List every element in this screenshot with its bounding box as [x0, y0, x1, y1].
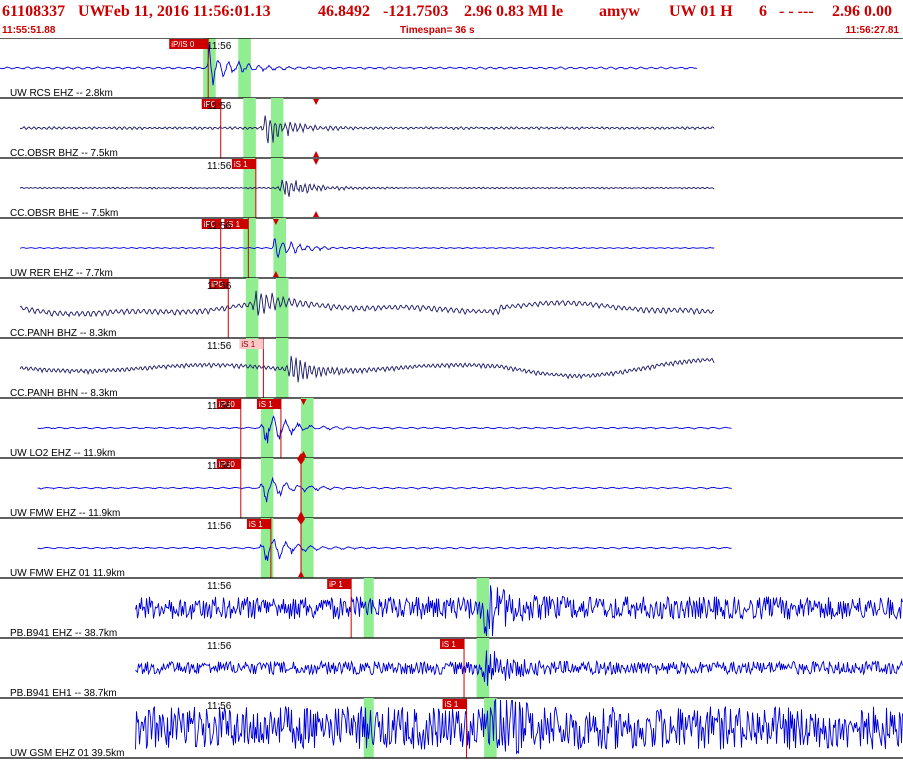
station-label: UW LO2 EHZ -- 11.9km — [10, 448, 115, 459]
pick-label: iS 1 — [249, 520, 263, 529]
start-time: 11:55:51.88 — [2, 25, 56, 36]
trace-panel[interactable]: iP011:56CC.OBSR BHZ -- 7.5km — [0, 98, 903, 159]
event-id: 61108337 — [2, 3, 66, 20]
pick-label: iS 1 — [445, 700, 459, 709]
event-count: 6 — [759, 3, 767, 20]
trace-panel[interactable]: iP0 iS 111:56UW RER EHZ -- 7.7km — [0, 218, 903, 279]
trace-panel[interactable]: iS 111:56 CC.OBSR BHE -- 7.5km — [0, 158, 903, 219]
event-network: UW — [78, 3, 106, 20]
seismogram-plot[interactable]: iP/iS 0 11:56UW RCS EHZ -- 2.8kmiP011:56C… — [0, 38, 903, 760]
pick-label: iP 1 — [329, 580, 343, 589]
station-label: CC.OBSR BHE -- 7.5km — [10, 208, 118, 219]
station-label: CC.OBSR BHZ -- 7.5km — [10, 148, 118, 159]
waveform-trace — [135, 585, 903, 637]
trace-panel[interactable]: iS 1 11:56 UW GSM EHZ 01 39.5km — [0, 698, 903, 759]
station-label: PB.B941 EH1 -- 38.7km — [10, 688, 117, 699]
trace-panel[interactable]: iP 1 11:56 PB.B941 EHZ -- 38.7km — [0, 578, 903, 639]
time-tick-label: 11:56 — [207, 101, 232, 112]
time-tick-label: 11:56 — [207, 461, 232, 472]
time-header: 11:55:51.88 Timespan= 36 s 11:56:27.81 — [0, 24, 903, 38]
phase-window-shade — [273, 218, 286, 278]
phase-window-shade — [275, 278, 289, 338]
station-label: UW RCS EHZ -- 2.8km — [10, 88, 113, 99]
trace-panel[interactable]: iP/iS 0 11:56 UW RCS EHZ -- 2.8km — [0, 38, 903, 99]
time-tick-label: 11:56 — [207, 341, 232, 352]
event-magnitude: 2.96 0.83 Ml le — [464, 3, 564, 20]
trace-panel[interactable]: iS 1 11:56 PB.B941 EH1 -- 38.7km — [0, 638, 903, 699]
pick-label: iP/iS 0 — [171, 40, 195, 49]
trace-panel[interactable]: iPd0 iS 111:56UW LO2 EHZ -- 11.9km — [0, 398, 903, 459]
event-datetime: Feb 11, 2016 11:56:01.13 — [104, 3, 271, 20]
pick-marker-triangle[interactable] — [313, 99, 320, 105]
waveform-trace — [19, 290, 715, 318]
time-tick-label: 11:56 — [207, 701, 232, 712]
station-label: PB.B941 EHZ -- 38.7km — [10, 628, 117, 639]
trace-panel[interactable]: iPd011:56UW FMW EHZ -- 11.9km — [0, 453, 903, 519]
waveform-trace — [0, 44, 698, 86]
time-tick-label: 11:56 — [207, 161, 232, 172]
waveform-trace — [135, 698, 903, 755]
station-label: UW GSM EHZ 01 39.5km — [10, 748, 124, 759]
station-label: UW FMW EHZ 01 11.9km — [10, 568, 125, 579]
event-dashes: - - --- — [779, 3, 814, 20]
station-label: UW RER EHZ -- 7.7km — [10, 268, 113, 279]
time-tick-label: 11:56 — [207, 641, 232, 652]
end-time: 11:56:27.81 — [845, 25, 899, 36]
pick-label: iS 1 — [234, 160, 248, 169]
event-author: amyw — [599, 3, 640, 20]
trace-panel[interactable]: iP011:56CC.PANH BHZ -- 8.3km — [0, 278, 903, 339]
waveform-trace — [19, 355, 715, 383]
station-label: CC.PANH BHZ -- 8.3km — [10, 328, 117, 339]
phase-window-shade — [301, 518, 314, 578]
phase-window-shade — [238, 38, 251, 98]
pick-label: iS 1 — [241, 340, 255, 349]
station-label: UW FMW EHZ -- 11.9km — [10, 508, 120, 519]
waveform-trace — [37, 538, 732, 561]
event-lat: 46.8492 — [318, 3, 370, 20]
waveform-trace — [19, 115, 715, 144]
event-header: 61108337 UW Feb 11, 2016 11:56:01.13 46.… — [0, 0, 903, 24]
phase-window-shade — [260, 458, 274, 518]
pick-marker-triangle[interactable] — [313, 211, 320, 217]
waveform-trace — [37, 415, 732, 444]
time-tick-label: 11:56 — [207, 581, 232, 592]
time-tick-label: 11:56 — [207, 401, 232, 412]
timespan: Timespan= 36 s — [400, 25, 475, 36]
station-label: CC.PANH BHN -- 8.3km — [10, 388, 118, 399]
waveform-trace — [19, 179, 715, 197]
time-tick-label: 11:56 — [207, 521, 232, 532]
time-tick-label: 11:56 — [207, 221, 232, 232]
pick-marker-triangle[interactable] — [313, 159, 320, 165]
phase-window-shade — [275, 338, 289, 398]
trace-panel[interactable]: iS 1 11:56 UW FMW EHZ 01 11.9km — [0, 513, 903, 579]
waveform-trace — [135, 650, 903, 686]
time-tick-label: 11:56 — [207, 41, 232, 52]
time-tick-label: 11:56 — [207, 281, 232, 292]
trace-panel[interactable]: iS 1 11:56 CC.PANH BHN -- 8.3km — [0, 338, 903, 399]
waveform-trace — [19, 238, 715, 259]
pick-label: iS 1 — [442, 640, 456, 649]
event-mag-right: 2.96 0.00 — [832, 3, 892, 20]
pick-marker-triangle[interactable] — [313, 151, 320, 157]
waveform-trace — [37, 476, 732, 503]
phase-window-shade — [245, 278, 259, 338]
event-lon: -121.7503 — [383, 3, 449, 20]
pick-label: iS 1 — [259, 400, 273, 409]
event-source: UW 01 H — [669, 3, 733, 20]
